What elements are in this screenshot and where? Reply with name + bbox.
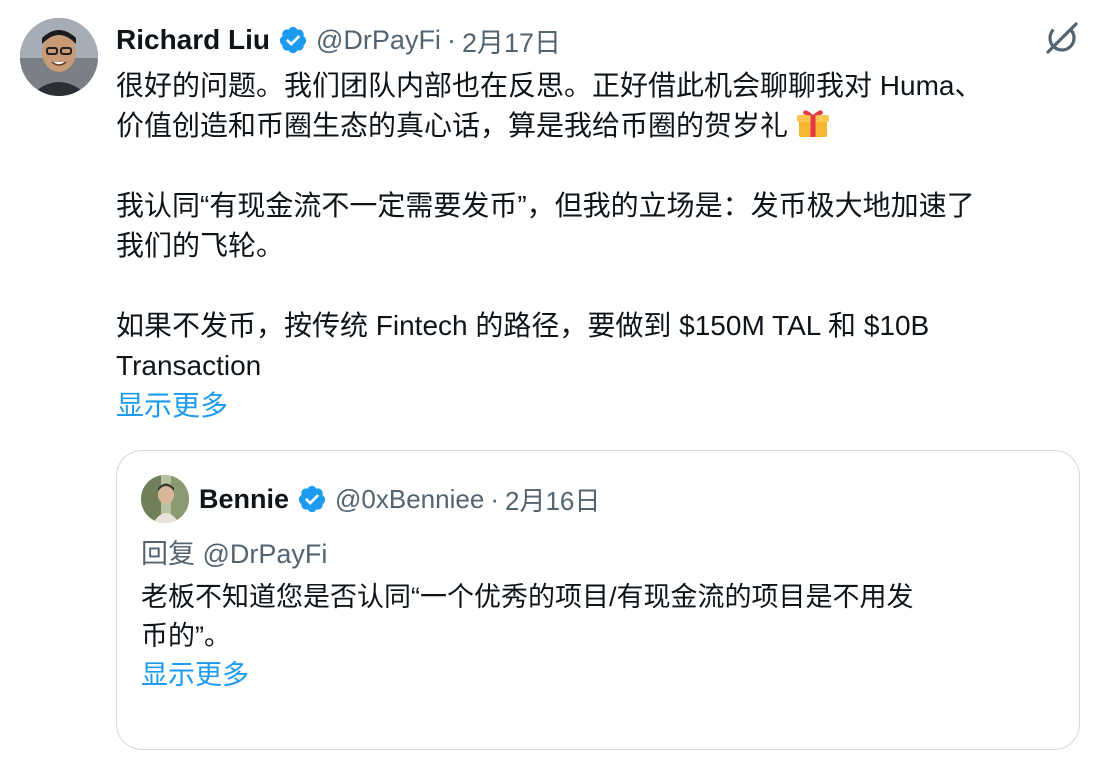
quoted-author-name[interactable]: Bennie <box>199 484 289 515</box>
verified-badge-icon <box>278 25 308 55</box>
author-handle[interactable]: @DrPayFi <box>316 25 441 56</box>
quoted-show-more-link[interactable]: 显示更多 <box>141 656 1041 695</box>
avatar[interactable] <box>20 18 98 96</box>
quoted-line: 老板不知道您是否认同“一个优秀的项目/有现金流的项目是不用发 <box>141 582 914 612</box>
tweet-line: 我认同“有现金流不一定需要发币”，但我的立场是：发币极大地加速了 <box>116 190 975 221</box>
grok-icon[interactable] <box>1042 18 1082 58</box>
tweet: Richard Liu @DrPayFi · 2月17日 很好的问题。我们团队内… <box>0 0 1110 772</box>
tweet-text: 很好的问题。我们团队内部也在反思。正好借此机会聊聊我对 Huma、 价值创造和币… <box>116 66 1076 426</box>
tweet-date[interactable]: 2月17日 <box>462 21 561 60</box>
separator-dot: · <box>490 483 499 514</box>
quoted-avatar[interactable] <box>141 475 189 523</box>
tweet-header: Richard Liu @DrPayFi · 2月17日 <box>116 20 561 60</box>
author-name[interactable]: Richard Liu <box>116 24 270 56</box>
quoted-avatar-image <box>141 475 189 523</box>
show-more-link[interactable]: 显示更多 <box>116 386 1076 426</box>
tweet-line: 如果不发币，按传统 Fintech 的路径，要做到 $150M TAL 和 $1… <box>116 310 930 341</box>
quoted-text: 回复 @DrPayFi 老板不知道您是否认同“一个优秀的项目/有现金流的项目是不… <box>141 535 1041 695</box>
separator-dot: · <box>446 24 456 55</box>
gift-icon <box>796 107 830 139</box>
tweet-line: 很好的问题。我们团队内部也在反思。正好借此机会聊聊我对 Huma、 <box>116 70 983 101</box>
tweet-line: Transaction <box>116 350 262 381</box>
reply-to-label[interactable]: 回复 @DrPayFi <box>141 535 1041 574</box>
quoted-tweet[interactable]: Bennie @0xBenniee · 2月16日 回复 @DrPayFi 老板… <box>116 450 1080 750</box>
quoted-line: 币的”。 <box>141 621 231 651</box>
quoted-date[interactable]: 2月16日 <box>505 481 600 518</box>
tweet-line: 我们的飞轮。 <box>116 230 285 261</box>
tweet-line: 价值创造和币圈生态的真心话，算是我给币圈的贺岁礼 <box>116 106 1076 146</box>
tweet-line-text: 价值创造和币圈生态的真心话，算是我给币圈的贺岁礼 <box>116 110 789 141</box>
verified-badge-icon <box>297 484 327 514</box>
avatar-image <box>20 18 98 96</box>
quoted-header: Bennie @0xBenniee · 2月16日 <box>199 479 600 519</box>
quoted-author-handle[interactable]: @0xBenniee <box>335 484 484 515</box>
